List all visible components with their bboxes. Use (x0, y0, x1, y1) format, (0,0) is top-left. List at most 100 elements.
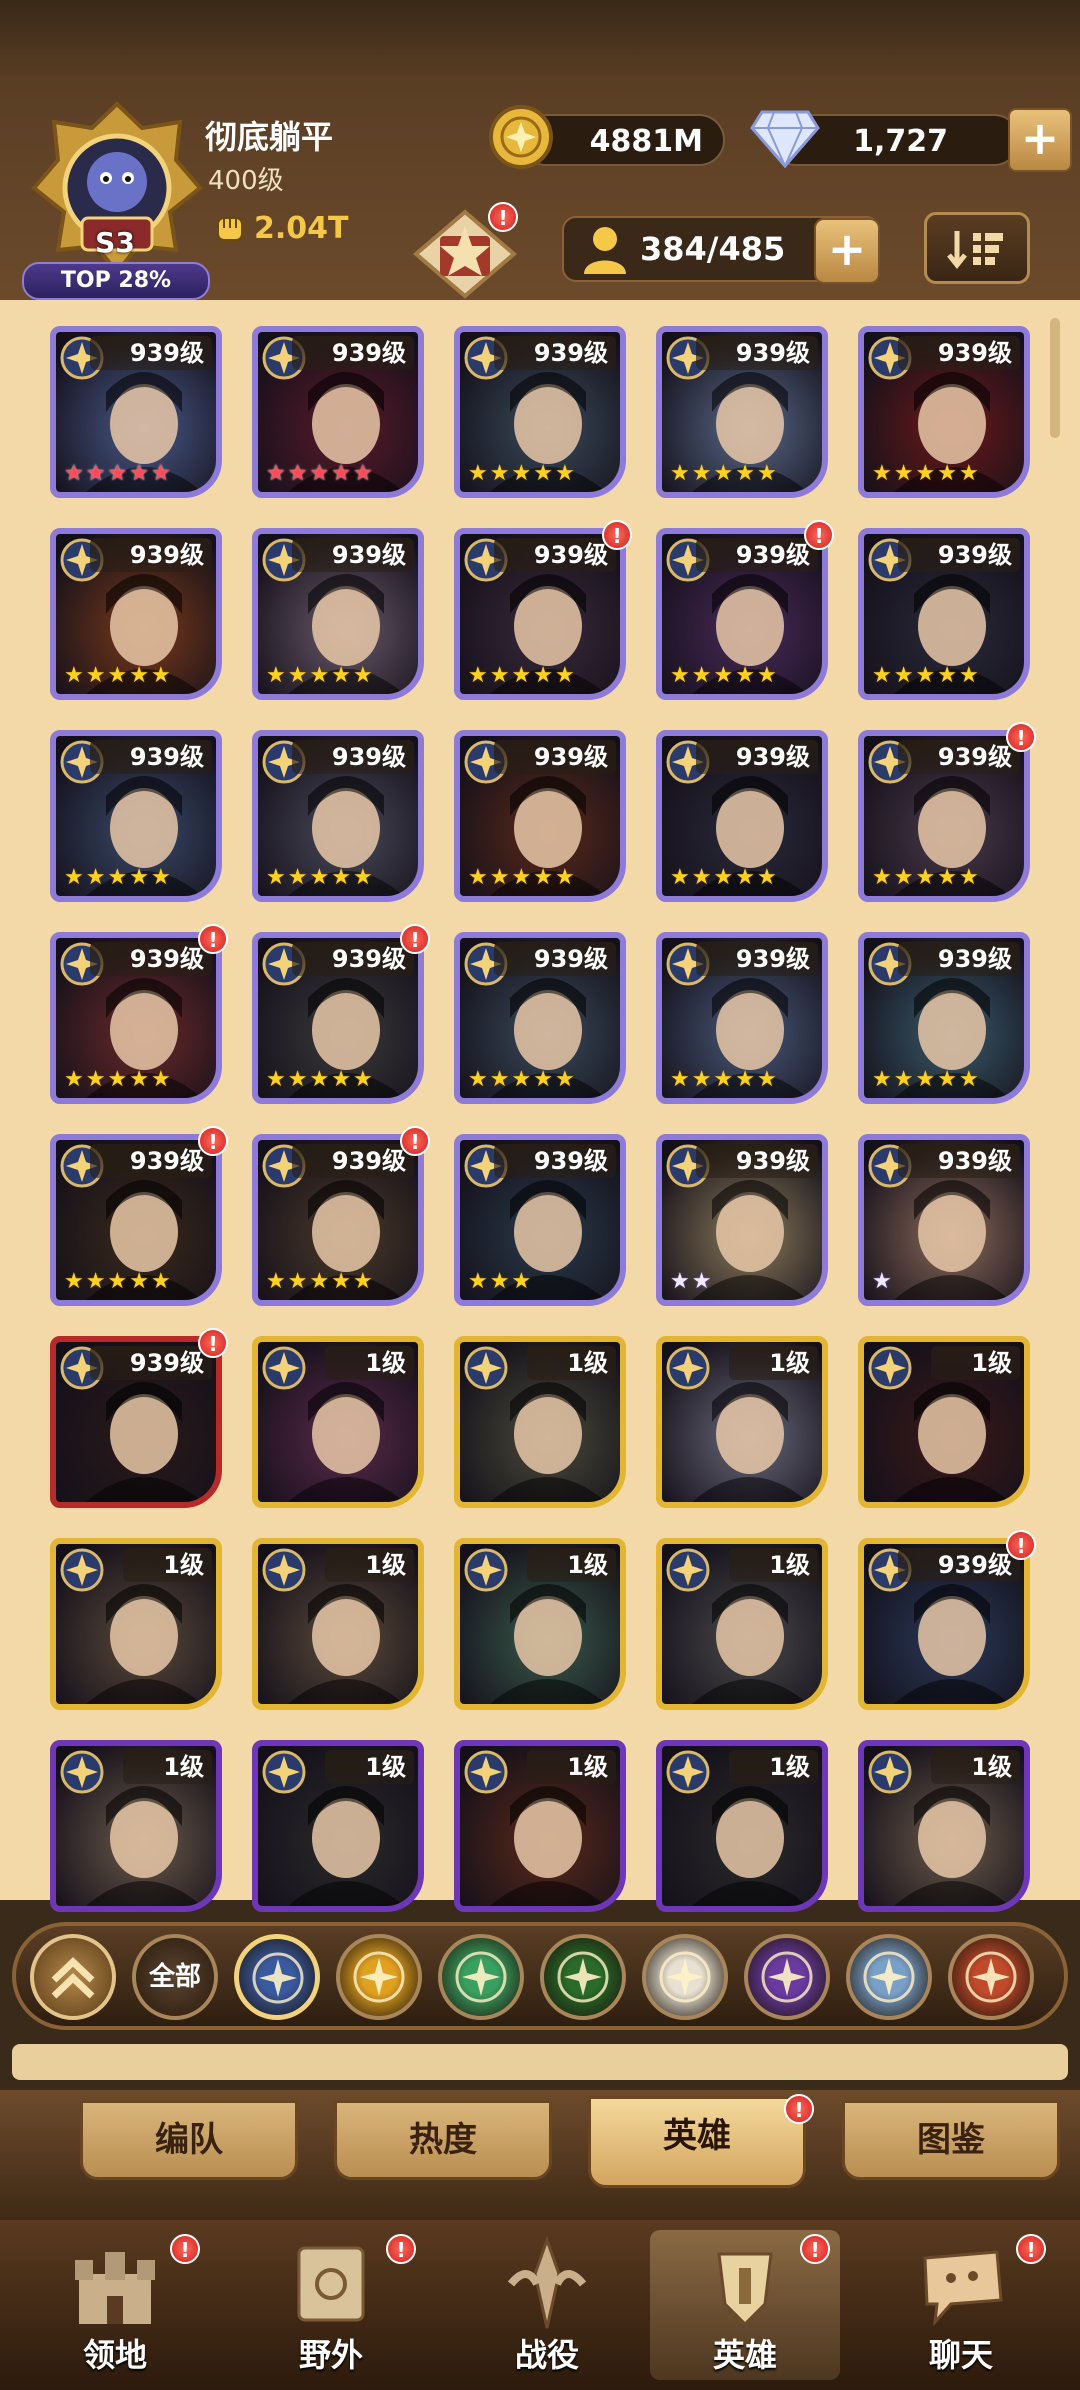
hero-level: 939级 (695, 1144, 818, 1178)
filter-dimensional-button[interactable] (846, 1934, 932, 2020)
star-icon: ★ (670, 461, 690, 486)
filter-hypogean-button[interactable] (744, 1934, 830, 2020)
hero-level: 1级 (729, 1750, 818, 1784)
hero-card[interactable]: 1级 (656, 1538, 828, 1710)
filter-wilder-button[interactable] (438, 1934, 524, 2020)
hero-card[interactable]: 939级 ★ ★ ★ ★ ★ (454, 932, 626, 1104)
star-rating: ★ ★ ★ ★ ★ (64, 664, 171, 688)
star-icon: ★ (713, 461, 734, 486)
hero-card[interactable]: 1级 (454, 1336, 626, 1508)
star-rating: ★ ★ ★ ★ ★ (670, 664, 777, 688)
hero-card[interactable]: 1级 (454, 1538, 626, 1710)
star-icon: ★ (150, 1269, 171, 1294)
sub-tab-3[interactable]: 图鉴 (842, 2100, 1060, 2180)
star-icon: ★ (691, 1269, 712, 1294)
hero-card[interactable]: 939级 ★ ★ ★ ★ ★ (656, 730, 828, 902)
star-icon: ★ (266, 663, 286, 688)
hero-card[interactable]: 939级 ★ ★ ★ ★ ★ (858, 326, 1030, 498)
hero-card[interactable]: 939级 ★ ★ ★ ★ ★ (252, 528, 424, 700)
hero-card[interactable]: 1级 (858, 1336, 1030, 1508)
hero-card[interactable]: 1级 (454, 1740, 626, 1912)
star-icon: ★ (64, 461, 84, 486)
star-icon: ★ (64, 663, 84, 688)
hero-card[interactable]: 939级 ★ (858, 1134, 1030, 1306)
filter-fire-button[interactable] (948, 1934, 1034, 2020)
hero-card[interactable]: 1级 (858, 1740, 1030, 1912)
hero-level: 1级 (729, 1548, 818, 1582)
hero-card[interactable]: 1级 (252, 1740, 424, 1912)
star-icon: ★ (554, 1067, 575, 1092)
hero-card[interactable]: 939级 ★ ★ ★ ★ ★ (252, 932, 424, 1104)
star-icon: ★ (958, 865, 979, 890)
sort-button[interactable] (924, 212, 1030, 284)
hero-card[interactable]: 939级 ★ ★ ★ ★ ★ (656, 528, 828, 700)
filter-lightbearer-button[interactable] (234, 1934, 320, 2020)
hero-card[interactable]: 939级 ★ ★ ★ ★ ★ (50, 932, 222, 1104)
filter-mauler-button[interactable] (336, 1934, 422, 2020)
hero-card[interactable]: 939级 ★ ★ ★ ★ ★ (252, 1134, 424, 1306)
hero-card[interactable]: 1级 (656, 1740, 828, 1912)
sub-tab-0[interactable]: 编队 (80, 2100, 298, 2180)
hero-level: 1级 (123, 1750, 212, 1784)
hero-card[interactable]: 1级 (50, 1740, 222, 1912)
collapse-filter-button[interactable] (30, 1934, 116, 2020)
filter-celestial-button[interactable] (642, 1934, 728, 2020)
hero-card[interactable]: 939级 ★ ★ ★ ★ ★ (454, 528, 626, 700)
star-icon: ★ (533, 663, 553, 688)
star-rating: ★ ★ ★ ★ ★ (64, 1270, 171, 1294)
star-icon: ★ (107, 663, 128, 688)
nav-label: 野外 (298, 2336, 363, 2374)
star-rating: ★ ★ ★ ★ ★ (468, 462, 575, 486)
star-rating: ★ ★ ★ ★ ★ (670, 866, 777, 890)
star-icon: ★ (533, 461, 553, 486)
filter-all-label: 全部 (148, 1962, 201, 1992)
hero-card[interactable]: 1级 (50, 1538, 222, 1710)
hero-card[interactable]: 939级 ★ ★ ★ ★ ★ (656, 326, 828, 498)
nav-item-battle[interactable]: 战役 (452, 2230, 642, 2380)
filter-all-button[interactable]: 全部 (132, 1934, 218, 2020)
hero-card[interactable]: 939级 ★ ★ ★ ★ ★ (50, 326, 222, 498)
hero-level: 939级 (695, 942, 818, 976)
hero-card[interactable]: 1级 (252, 1336, 424, 1508)
star-icon: ★ (735, 663, 755, 688)
hero-card[interactable]: 939级 ★ ★ ★ ★ ★ (252, 730, 424, 902)
hero-card[interactable]: 939级 ★ ★ ★ ★ ★ (656, 932, 828, 1104)
sub-tab-1[interactable]: 热度 (334, 2100, 552, 2180)
star-icon: ★ (331, 461, 351, 486)
hero-card[interactable]: 939级 (858, 1538, 1030, 1710)
star-icon: ★ (468, 663, 488, 688)
grid-scrollbar[interactable] (1050, 318, 1060, 438)
hero-card[interactable]: 939级 ★ ★ ★ ★ ★ (252, 326, 424, 498)
banner-alert-dot: ! (488, 202, 518, 232)
add-gems-button[interactable]: + (1008, 108, 1072, 172)
filter-graveborn-button[interactable] (540, 1934, 626, 2020)
hero-alert-dot: ! (804, 520, 834, 550)
hero-card[interactable]: 939级 ★ ★ ★ ★ ★ (858, 528, 1030, 700)
hero-card[interactable]: 939级 ★ ★ ★ ★ ★ (454, 730, 626, 902)
star-icon: ★ (85, 663, 106, 688)
star-icon: ★ (129, 865, 149, 890)
star-icon: ★ (331, 1067, 351, 1092)
star-icon: ★ (352, 663, 373, 688)
star-icon: ★ (872, 1269, 892, 1294)
celestial-icon (659, 1951, 711, 2003)
hero-card[interactable]: 939级 ★ ★ ★ ★ ★ (858, 932, 1030, 1104)
star-icon: ★ (266, 1067, 286, 1092)
hero-card[interactable]: 939级 ★ ★ ★ ★ ★ (454, 326, 626, 498)
hero-card[interactable]: 939级 ★ ★ ★ (454, 1134, 626, 1306)
nav-alert-dot: ! (170, 2234, 200, 2264)
star-rating: ★ ★ ★ (468, 1270, 531, 1294)
hero-card[interactable]: 939级 ★ ★ ★ ★ ★ (50, 528, 222, 700)
hero-card[interactable]: 1级 (656, 1336, 828, 1508)
hero-level: 939级 (493, 336, 616, 370)
hero-level: 1级 (325, 1750, 414, 1784)
hero-card[interactable]: 1级 (252, 1538, 424, 1710)
hero-card[interactable]: 939级 (50, 1336, 222, 1508)
hero-card[interactable]: 939级 ★ ★ ★ ★ ★ (50, 730, 222, 902)
sub-tab-2[interactable]: 英雄 (588, 2096, 806, 2188)
expand-hero-slots-button[interactable]: + (814, 218, 880, 284)
hero-card[interactable]: 939级 ★ ★ (656, 1134, 828, 1306)
hero-card[interactable]: 939级 ★ ★ ★ ★ ★ (50, 1134, 222, 1306)
hero-card[interactable]: 939级 ★ ★ ★ ★ ★ (858, 730, 1030, 902)
hero-level: 939级 (291, 336, 414, 370)
